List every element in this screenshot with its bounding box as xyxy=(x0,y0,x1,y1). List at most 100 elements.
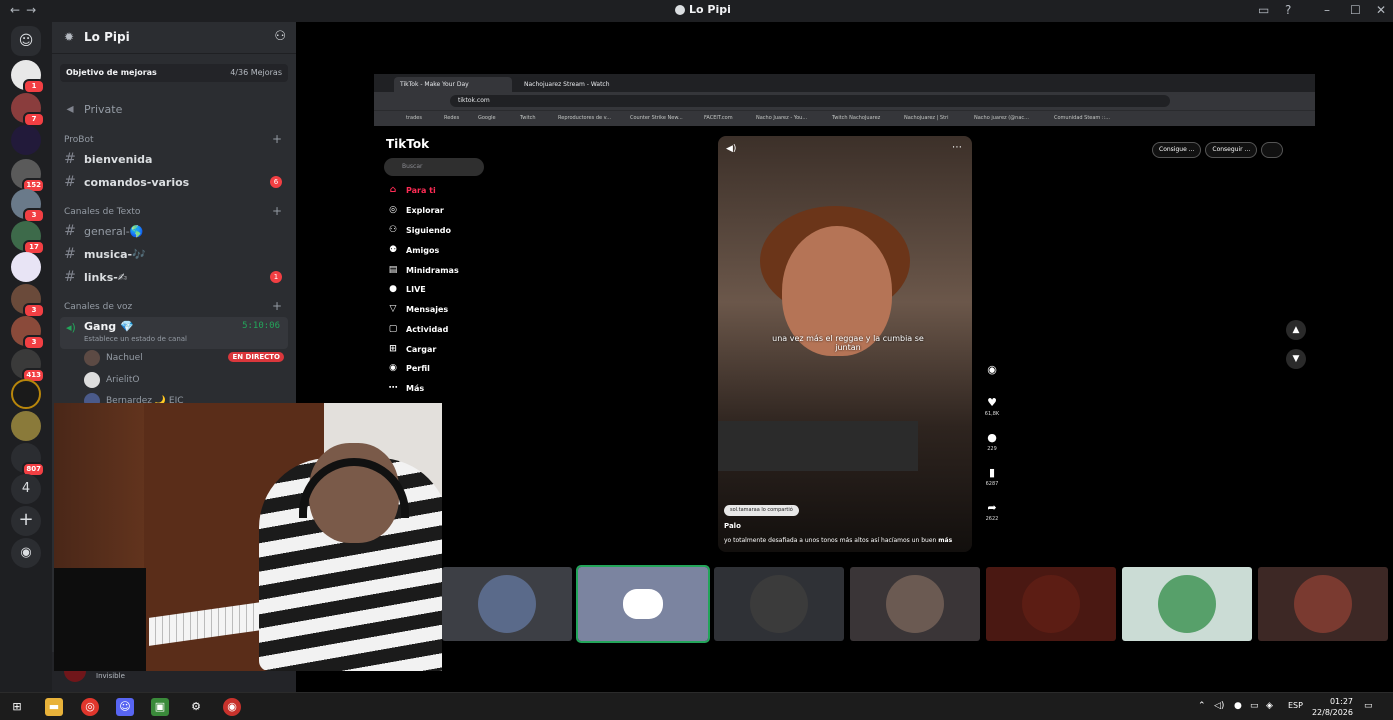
bookmark[interactable]: trades xyxy=(406,115,422,121)
chrome-icon[interactable]: ◎ xyxy=(81,698,99,716)
add-server-button[interactable]: + xyxy=(11,506,41,536)
category-probot[interactable]: ProBot xyxy=(64,135,94,145)
previous-video-button[interactable]: ▲ xyxy=(1286,320,1306,340)
profile-avatar[interactable] xyxy=(1261,142,1284,158)
participant-tile[interactable] xyxy=(1258,567,1388,641)
bookmark[interactable]: FACEIT.com xyxy=(704,115,733,121)
server-icon[interactable]: 152 xyxy=(11,159,45,193)
inbox-icon[interactable]: ▭ xyxy=(1258,3,1269,17)
notifications-icon[interactable]: ▭ xyxy=(1364,701,1373,711)
settings-icon[interactable]: ⚙ xyxy=(187,698,205,716)
search-input[interactable]: Buscar xyxy=(384,158,484,176)
server-icon[interactable]: 3 xyxy=(11,316,45,350)
server-icon[interactable]: 1 xyxy=(11,60,45,94)
server-icon[interactable] xyxy=(11,125,41,155)
see-more-link[interactable]: más xyxy=(938,537,952,544)
clock[interactable]: 01:27 22/8/2026 xyxy=(1312,696,1353,718)
nav-more[interactable]: ⋯ Más xyxy=(386,381,425,395)
close-button[interactable]: ✕ xyxy=(1376,3,1386,17)
channel-status[interactable]: Establece un estado de canal xyxy=(84,335,187,343)
channel-item[interactable]: # links-✍ 1 xyxy=(60,267,288,287)
boost-progress[interactable]: Objetivo de mejoras 4/36 Mejoras xyxy=(60,64,288,82)
video-author[interactable]: Palo xyxy=(724,522,741,530)
network-icon[interactable]: ▭ xyxy=(1250,701,1259,711)
comment-button[interactable]: ● 229 xyxy=(980,431,1004,452)
server-icon[interactable] xyxy=(11,411,41,441)
channel-item[interactable]: # bienvenida xyxy=(60,149,288,169)
add-channel-icon[interactable]: + xyxy=(272,132,282,146)
server-icon[interactable] xyxy=(11,252,41,282)
server-icon[interactable]: 17 xyxy=(11,221,45,255)
tiktok-video[interactable]: ◀) ⋯ una vez más el reggae y la cumbia s… xyxy=(718,136,972,552)
get-app-button[interactable]: Consigue ... xyxy=(1152,142,1202,158)
nav-activity[interactable]: ▢ Actividad xyxy=(386,322,449,336)
back-arrow-icon[interactable]: ← xyxy=(10,3,26,17)
bookmark[interactable]: Nacho juarez (@nac... xyxy=(974,115,1029,121)
browser-tab[interactable]: TikTok - Make Your Day xyxy=(394,77,512,92)
webcam-overlay[interactable] xyxy=(54,403,442,671)
steam-icon[interactable]: ◉ xyxy=(223,698,241,716)
nav-for-you[interactable]: ⌂ Para ti xyxy=(386,183,436,197)
nav-messages[interactable]: ▽ Mensajes xyxy=(386,302,449,316)
nav-following[interactable]: ⚇ Siguiendo xyxy=(386,223,451,237)
bookmark[interactable]: Redes xyxy=(444,115,459,121)
nav-explore[interactable]: ◎ Explorar xyxy=(386,203,444,217)
bookmark[interactable]: Twitch xyxy=(520,115,536,121)
bookmark[interactable]: Reproductores de v... xyxy=(558,115,611,121)
tiktok-logo[interactable]: TikTok xyxy=(386,137,429,151)
browser-tab[interactable]: Nachojuarez Stream - Watch xyxy=(518,77,628,92)
help-icon[interactable]: ? xyxy=(1285,3,1291,17)
channel-item[interactable]: # comandos-varios 6 xyxy=(60,172,288,192)
like-button[interactable]: ♥ 61,8K xyxy=(980,396,1004,417)
share-button[interactable]: ➦ 2622 xyxy=(980,501,1004,522)
channel-private[interactable]: ◂ Private xyxy=(60,99,288,119)
microphone-icon[interactable]: ● xyxy=(1234,701,1242,711)
server-icon[interactable]: 4 xyxy=(11,474,41,504)
app-icon[interactable]: ▣ xyxy=(151,698,169,716)
shared-by-pill[interactable]: sol.tamaraa lo compartió xyxy=(724,505,799,516)
forward-arrow-icon[interactable]: → xyxy=(26,3,42,17)
participant-tile[interactable] xyxy=(576,565,710,643)
get-coins-button[interactable]: Conseguir ... xyxy=(1205,142,1258,158)
nav-live[interactable]: ● LIVE xyxy=(386,282,426,296)
start-icon[interactable]: ⊞ xyxy=(8,698,26,716)
voice-member[interactable]: ArielitO xyxy=(84,371,288,389)
file-explorer-icon[interactable]: ▬ xyxy=(45,698,63,716)
bookmark[interactable]: Nachojuarez | Stri xyxy=(904,115,949,121)
server-icon[interactable]: 3 xyxy=(11,284,45,318)
url-field[interactable]: tiktok.com xyxy=(450,95,1170,107)
save-button[interactable]: ▮ 6287 xyxy=(980,466,1004,487)
participant-tile[interactable] xyxy=(986,567,1116,641)
next-video-button[interactable]: ▼ xyxy=(1286,349,1306,369)
minimize-button[interactable]: – xyxy=(1324,3,1330,17)
voice-channel[interactable]: ◂) Gang 💎 5:10:06 Establece un estado de… xyxy=(60,317,288,349)
bookmark[interactable]: Nacho Juarez - You... xyxy=(756,115,807,121)
discord-home-icon[interactable]: ☺ xyxy=(11,26,41,56)
bookmark[interactable]: Comunidad Steam ::... xyxy=(1054,115,1110,121)
participant-tile[interactable] xyxy=(714,567,844,641)
channel-item[interactable]: # musica-🎶 xyxy=(60,244,288,264)
bookmark[interactable]: Counter Strike New... xyxy=(630,115,683,121)
server-icon[interactable]: 807 xyxy=(11,443,45,477)
volume-icon[interactable]: ◁) xyxy=(1214,701,1224,711)
add-channel-icon[interactable]: + xyxy=(272,299,282,313)
category-text[interactable]: Canales de Texto xyxy=(64,207,140,217)
channel-item[interactable]: # general-🌎 xyxy=(60,221,288,241)
add-channel-icon[interactable]: + xyxy=(272,204,282,218)
participant-tile[interactable] xyxy=(1122,567,1252,641)
bookmark[interactable]: Google xyxy=(478,115,496,121)
nav-profile[interactable]: ◉ Perfil xyxy=(386,361,430,375)
maximize-button[interactable]: ☐ xyxy=(1350,3,1361,17)
explore-icon[interactable]: ◉ xyxy=(11,538,41,568)
nav-minidramas[interactable]: ▤ Minidramas xyxy=(386,263,459,277)
participant-tile[interactable] xyxy=(850,567,980,641)
category-voice[interactable]: Canales de voz xyxy=(64,302,132,312)
discord-icon[interactable]: ☺ xyxy=(116,698,134,716)
tray-chevron-icon[interactable]: ⌃ xyxy=(1198,701,1206,711)
bookmark[interactable]: Twitch NachoJuarez xyxy=(832,115,880,121)
server-icon[interactable]: 7 xyxy=(11,93,45,127)
nav-friends[interactable]: ⚉ Amigos xyxy=(386,243,439,257)
server-icon[interactable] xyxy=(11,379,41,409)
server-icon[interactable]: 3 xyxy=(11,189,45,223)
add-member-icon[interactable]: ⚇ xyxy=(274,29,286,44)
